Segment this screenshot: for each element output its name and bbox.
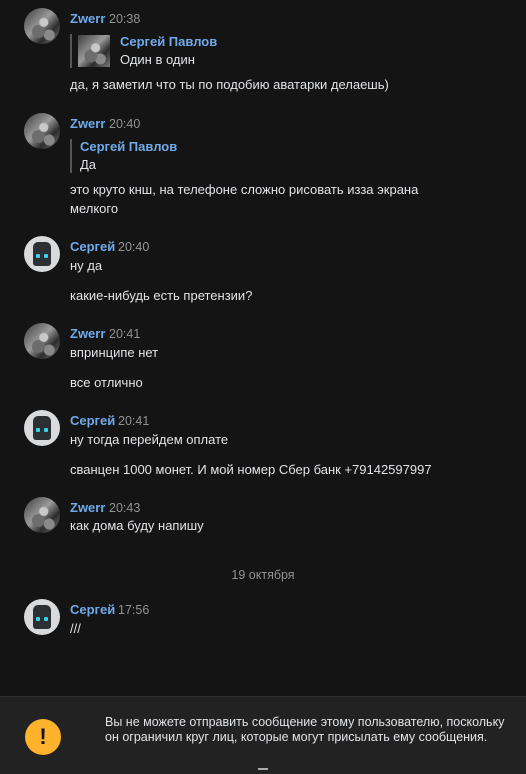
reply-quote[interactable]: Сергей Павлов Один в один bbox=[70, 34, 217, 68]
author-name[interactable]: Zwerr bbox=[70, 11, 105, 26]
message-time[interactable]: 20:43 bbox=[109, 501, 140, 515]
message-time[interactable]: 20:40 bbox=[109, 117, 140, 131]
message-text: какие-нибудь есть претензии? bbox=[70, 288, 253, 303]
message-text: ну тогда перейдем оплате bbox=[70, 432, 229, 447]
message-text: ну да bbox=[70, 258, 103, 273]
message-text: все отлично bbox=[70, 375, 143, 390]
message-text: /// bbox=[70, 621, 81, 636]
robot-avatar[interactable] bbox=[24, 236, 60, 272]
message-time[interactable]: 20:41 bbox=[109, 327, 140, 341]
author-name[interactable]: Zwerr bbox=[70, 116, 105, 131]
robot-avatar[interactable] bbox=[24, 410, 60, 446]
blocked-notice: ! Вы не можете отправить сообщение этому… bbox=[0, 696, 526, 774]
robot-avatar[interactable] bbox=[24, 599, 60, 635]
message-time[interactable]: 20:38 bbox=[109, 12, 140, 26]
blocked-notice-text: Вы не можете отправить сообщение этому п… bbox=[105, 715, 505, 744]
message-text: впринципе нет bbox=[70, 345, 159, 360]
zwerr-avatar[interactable] bbox=[24, 497, 60, 533]
quote-text: Один в один bbox=[120, 52, 195, 67]
author-name[interactable]: Сергей bbox=[70, 239, 115, 254]
quote-text: Да bbox=[80, 157, 97, 172]
reply-quote[interactable]: Сергей Павлов Да bbox=[70, 139, 177, 173]
author-name[interactable]: Zwerr bbox=[70, 326, 105, 341]
message-text: это круто кнш, на телефоне сложно рисова… bbox=[70, 182, 419, 197]
quote-author: Сергей Павлов bbox=[120, 34, 218, 49]
quote-author: Сергей Павлов bbox=[80, 139, 178, 154]
author-name[interactable]: Сергей bbox=[70, 602, 115, 617]
author-name[interactable]: Zwerr bbox=[70, 500, 105, 515]
message-text: да, я заметил что ты по подобию аватарки… bbox=[70, 77, 389, 92]
zwerr-avatar[interactable] bbox=[24, 323, 60, 359]
message-time[interactable]: 17:56 bbox=[118, 603, 149, 617]
message-time[interactable]: 20:40 bbox=[118, 240, 149, 254]
zwerr-avatar[interactable] bbox=[24, 113, 60, 149]
message-time[interactable]: 20:41 bbox=[118, 414, 149, 428]
message-text: сванцен 1000 монет. И мой номер Сбер бан… bbox=[70, 462, 432, 477]
message-text: мелкого bbox=[70, 201, 119, 216]
date-separator: 19 октября bbox=[231, 568, 295, 582]
author-name[interactable]: Сергей bbox=[70, 413, 115, 428]
exclamation-icon: ! bbox=[25, 719, 61, 755]
zwerr-avatar[interactable] bbox=[24, 8, 60, 44]
message-text: как дома буду напишу bbox=[70, 518, 204, 533]
text-cursor bbox=[258, 768, 268, 770]
